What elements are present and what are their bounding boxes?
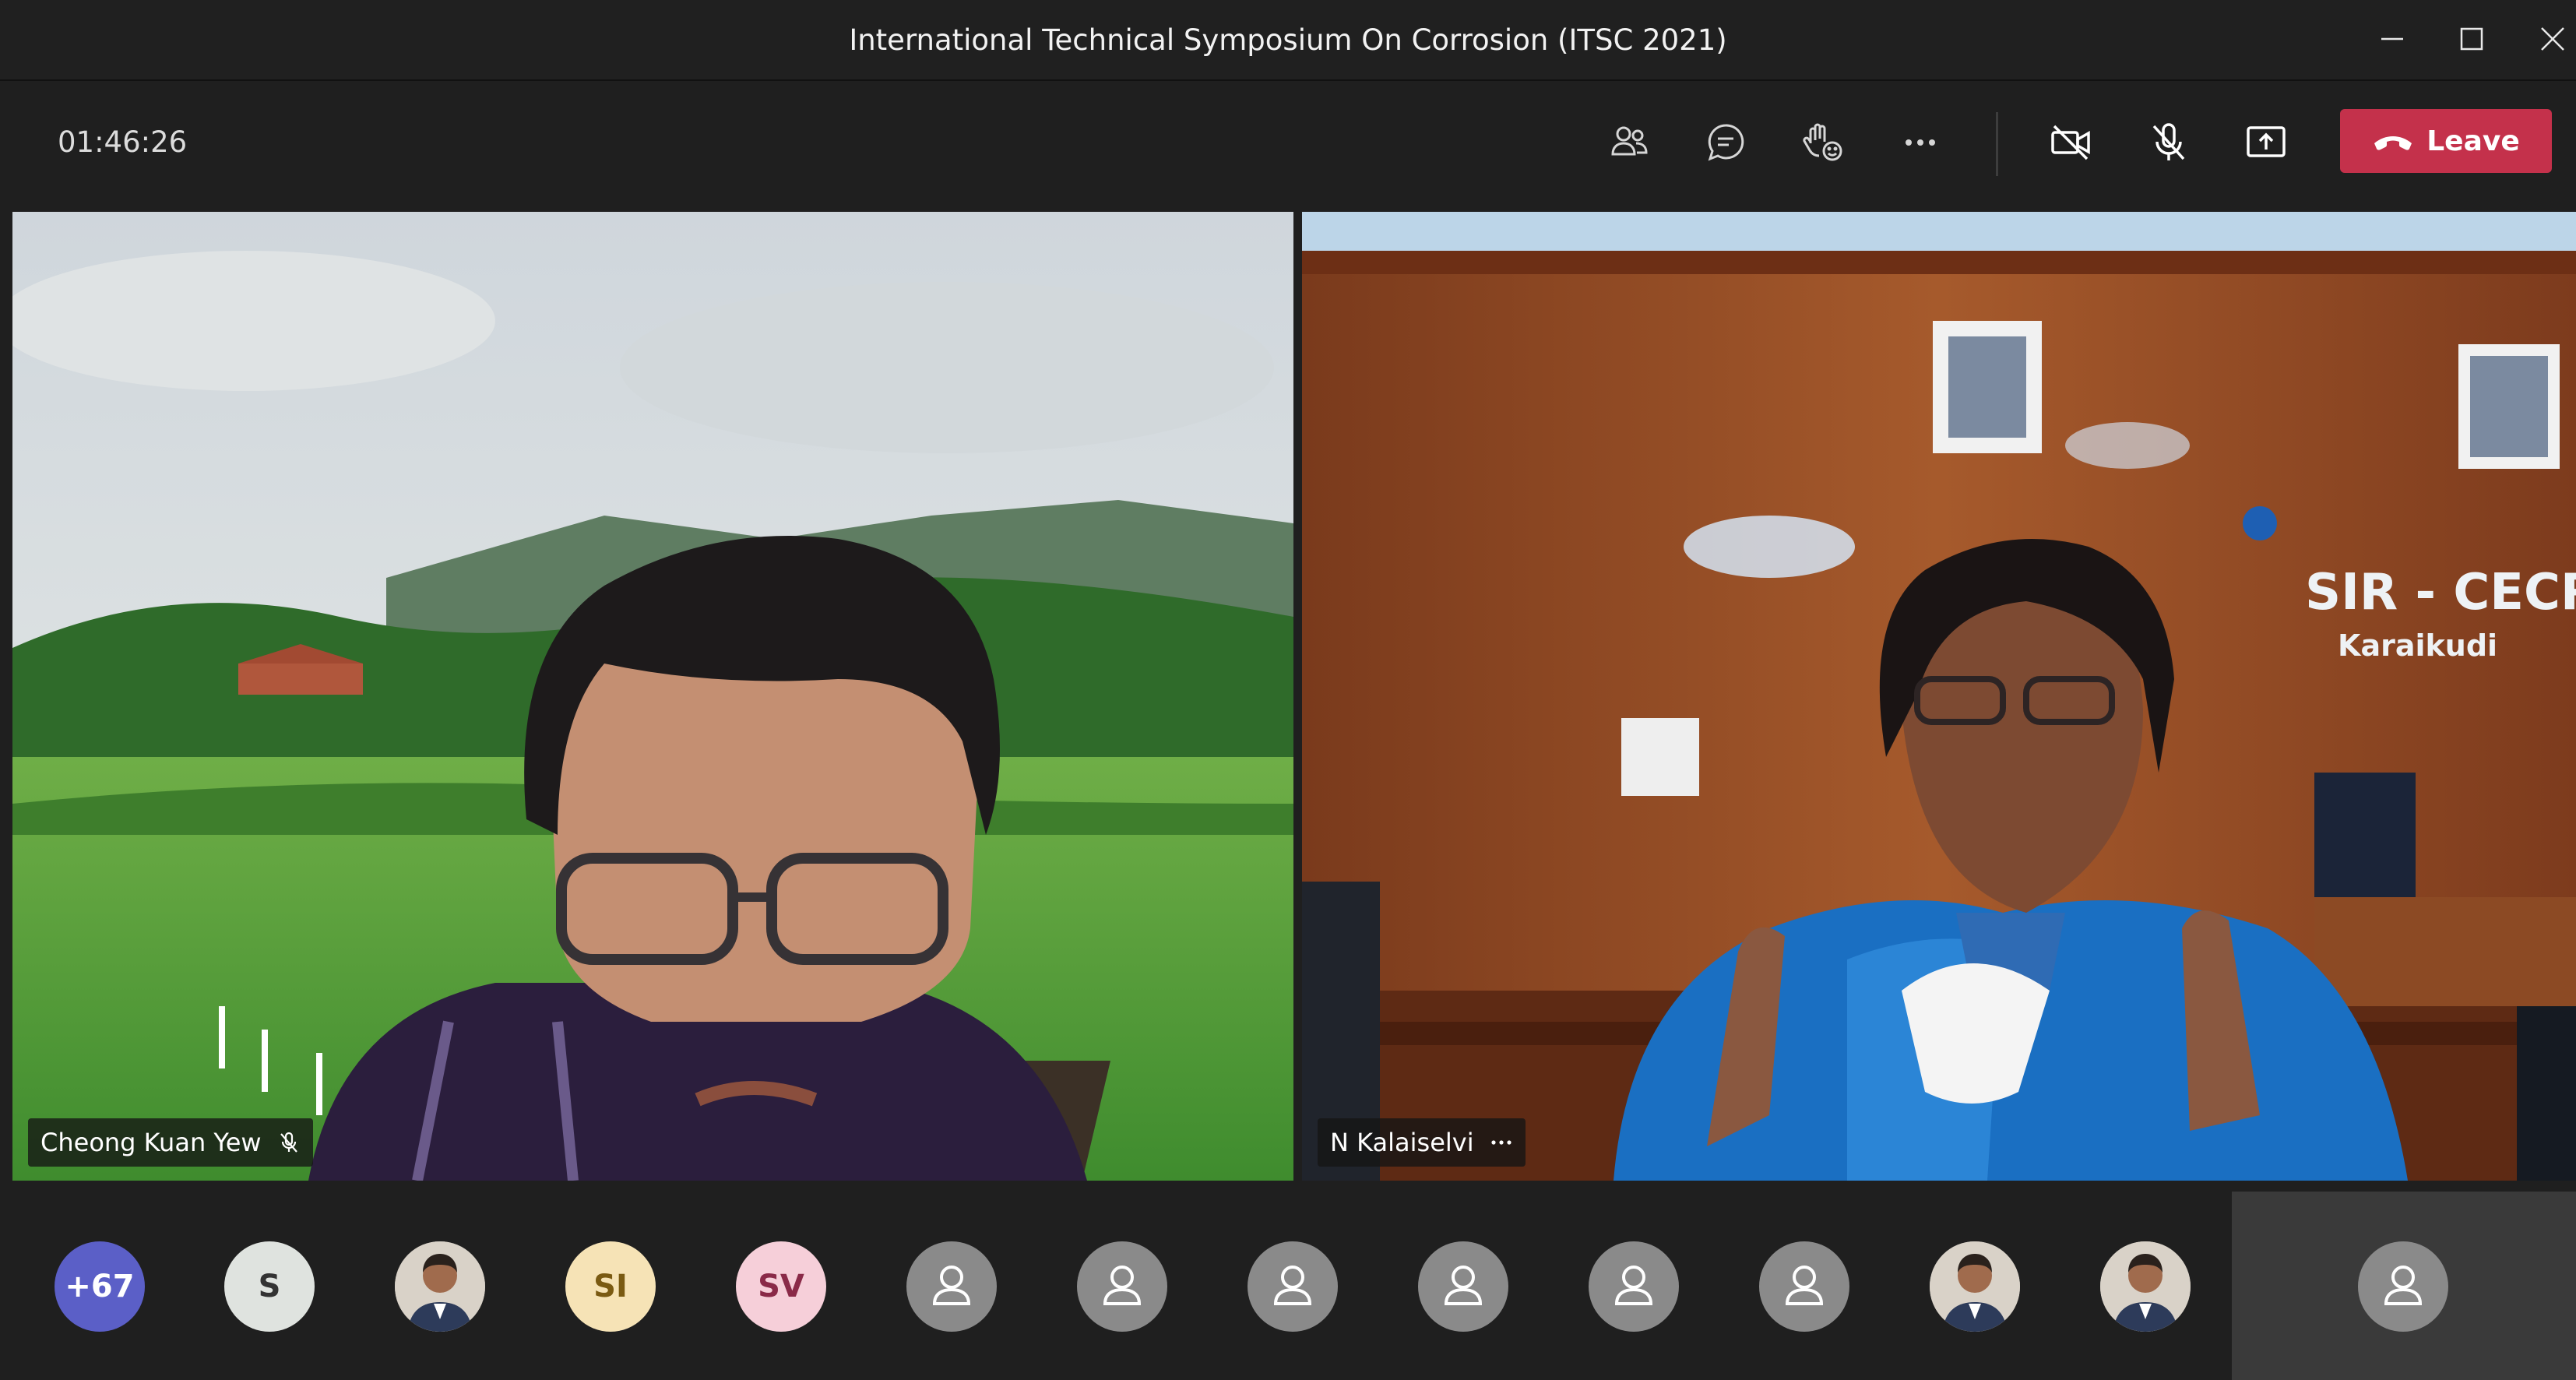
participant-gallery-strip: +67 S SI SV (0, 1192, 2576, 1380)
person-placeholder-icon (1614, 1266, 1653, 1305)
avatar (2358, 1241, 2448, 1332)
video-tile-1[interactable]: M Cheong Kuan Yew (12, 212, 1293, 1181)
more-actions-button[interactable] (1888, 110, 1953, 175)
participant-name: Cheong Kuan Yew (40, 1128, 262, 1157)
raise-hand-icon (1803, 123, 1842, 161)
participant-avatar[interactable] (1418, 1241, 1508, 1332)
reactions-button[interactable] (1789, 110, 1855, 175)
window-title: International Technical Symposium On Cor… (849, 23, 1727, 57)
leave-label: Leave (2426, 125, 2520, 157)
participant-avatar[interactable] (906, 1241, 997, 1332)
camera-toggle-button[interactable] (2038, 110, 2103, 175)
participant-video-feed: M (12, 212, 1293, 1181)
person-placeholder-icon (2384, 1266, 2423, 1305)
participant-name: N Kalaiselvi (1330, 1128, 1474, 1157)
share-screen-icon (2247, 126, 2286, 157)
more-icon (1906, 139, 1935, 146)
participant-avatar[interactable] (1248, 1241, 1338, 1332)
camera-off-icon (2051, 125, 2090, 160)
close-icon (2541, 27, 2564, 51)
more-options-icon[interactable] (1490, 1131, 1513, 1154)
participant-avatar-photo[interactable] (2100, 1241, 2191, 1332)
minimize-icon (2381, 37, 2403, 40)
participant-avatar-initials[interactable]: SV (736, 1241, 826, 1332)
person-placeholder-icon (932, 1266, 971, 1305)
profile-photo (1930, 1241, 2020, 1332)
mic-toggle-button[interactable] (2136, 110, 2201, 175)
person-placeholder-icon (1273, 1266, 1312, 1305)
svg-text:Karaikudi: Karaikudi (2338, 628, 2497, 663)
participant-avatar-photo[interactable] (1930, 1241, 2020, 1332)
participant-avatar[interactable] (1077, 1241, 1167, 1332)
more-participants-count: +67 (65, 1269, 135, 1304)
close-button[interactable] (2506, 0, 2576, 78)
mic-off-icon (280, 1132, 297, 1153)
profile-photo (395, 1241, 485, 1332)
person-placeholder-icon (1103, 1266, 1142, 1305)
participant-avatar[interactable] (1759, 1241, 1849, 1332)
person-placeholder-icon (1444, 1266, 1483, 1305)
maximize-button[interactable] (2425, 0, 2518, 78)
avatar-initials: S (258, 1269, 281, 1304)
avatar-initials: SI (593, 1269, 628, 1304)
participant-video-feed: SIR - CECRI Karaikudi (1302, 212, 2576, 1181)
video-tile-2[interactable]: SIR - CECRI Karaikudi N Kalaiselvi (1302, 212, 2576, 1181)
participants-icon (1611, 126, 1648, 156)
chat-icon (1708, 124, 1744, 161)
meeting-toolbar: 01:46:26 Leave (0, 81, 2576, 201)
participant-avatar-initials[interactable]: SI (565, 1241, 656, 1332)
maximize-icon (2460, 27, 2483, 51)
avatar-initials: SV (758, 1269, 804, 1304)
person-placeholder-icon (1785, 1266, 1824, 1305)
self-view-tile[interactable] (2232, 1192, 2576, 1380)
participants-button[interactable] (1596, 110, 1662, 175)
mic-off-icon (2152, 123, 2185, 160)
share-screen-button[interactable] (2233, 110, 2299, 175)
participant-avatar[interactable] (1589, 1241, 1679, 1332)
more-participants-button[interactable]: +67 (55, 1241, 145, 1332)
toolbar-divider (1996, 112, 1998, 176)
hang-up-icon (2374, 136, 2412, 150)
chat-button[interactable] (1693, 110, 1758, 175)
participant-avatar-initials[interactable]: S (224, 1241, 315, 1332)
leave-button[interactable]: Leave (2340, 109, 2552, 173)
profile-photo (2100, 1241, 2191, 1332)
svg-text:SIR - CECRI: SIR - CECRI (2305, 564, 2576, 621)
participant-avatar-photo[interactable] (395, 1241, 485, 1332)
participant-name-tag: Cheong Kuan Yew (28, 1118, 313, 1167)
title-bar: International Technical Symposium On Cor… (0, 0, 2576, 81)
participant-name-tag: N Kalaiselvi (1318, 1118, 1526, 1167)
meeting-timer: 01:46:26 (58, 125, 188, 159)
